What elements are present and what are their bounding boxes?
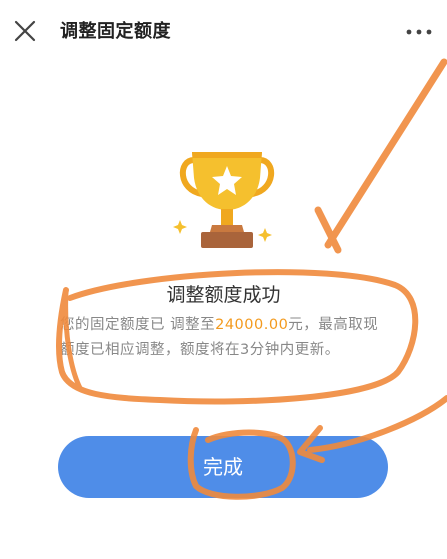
header: 调整固定额度	[0, 0, 447, 64]
page: 调整固定额度 调整额度成功 您的固定额度已 调整至24000.00元，最高取现额…	[0, 0, 447, 559]
result-description: 您的固定额度已 调整至24000.00元，最高取现额度已相应调整，额度将在3分钟…	[60, 313, 390, 363]
close-button[interactable]	[10, 16, 40, 46]
description-prefix: 您的固定额度已 调整至	[60, 317, 216, 333]
trophy-icon	[172, 148, 282, 253]
close-icon	[14, 20, 36, 42]
more-icon	[406, 29, 432, 35]
more-button[interactable]	[403, 20, 437, 44]
result-title: 调整额度成功	[166, 284, 281, 306]
new-limit-amount: 24000.00	[215, 317, 289, 333]
done-button[interactable]: 完成	[58, 436, 388, 498]
page-title: 调整固定额度	[60, 21, 171, 42]
